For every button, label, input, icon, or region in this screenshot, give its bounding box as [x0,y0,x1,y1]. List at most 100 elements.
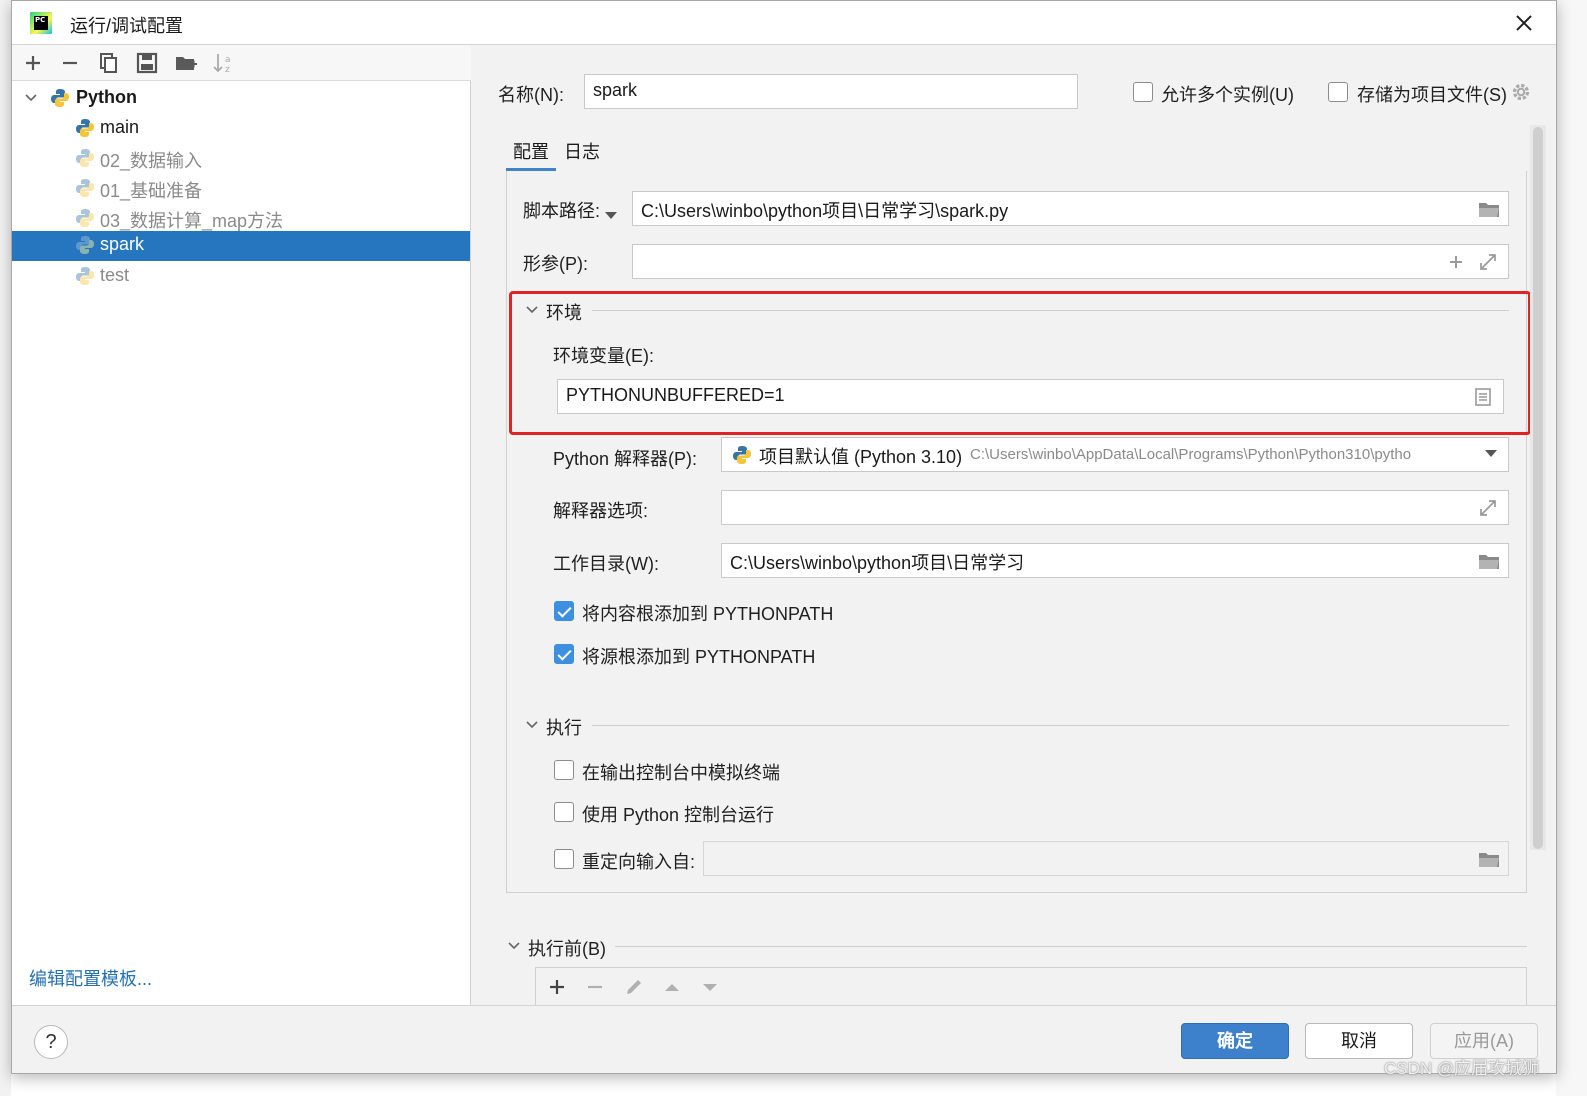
interpreter-name: 项目默认值 (Python 3.10) [759,447,963,467]
add-content-roots-checkbox[interactable] [554,601,574,621]
tree-item-label: spark [100,234,145,254]
add-source-roots-checkbox[interactable] [554,644,574,664]
remove-config-button[interactable] [58,51,82,75]
store-as-file-checkbox[interactable] [1328,82,1348,102]
interp-options-input[interactable] [721,490,1509,525]
redirect-input-label: 重定向输入自: [582,852,696,872]
folder-icon[interactable] [1478,199,1500,219]
run-with-console-checkbox[interactable] [554,802,574,822]
redirect-input-checkbox[interactable] [554,849,574,869]
tab-config[interactable]: 配置 [513,138,549,164]
workdir-input[interactable]: C:\Users\winbo\python项目\日常学习 [721,543,1509,578]
close-icon [1516,15,1532,31]
add-icon [26,56,40,70]
interp-options-label: 解释器选项: [553,501,649,521]
script-type-dropdown[interactable] [604,205,618,219]
ok-button[interactable]: 确定 [1181,1023,1289,1059]
dialog-button-bar: ? 确定 取消 应用(A) [12,1005,1556,1073]
background-window-right-edge [1556,0,1587,1096]
script-path-label: 脚本路径: [523,201,601,221]
redirect-input-field[interactable] [703,841,1509,876]
before-launch-add-button[interactable] [546,976,568,998]
pencil-icon [627,980,641,994]
tree-item-01[interactable]: 01_基础准备 [12,173,470,203]
workdir-value: C:\Users\winbo\python项目\日常学习 [730,553,1025,573]
interpreter-select[interactable]: 项目默认值 (Python 3.10) C:\Users\winbo\AppDa… [721,437,1509,472]
tree-item-label: 02_数据输入 [100,151,203,171]
gear-icon [1512,83,1530,101]
params-label: 形参(P): [523,254,588,274]
expand-icon[interactable] [1478,498,1498,518]
save-config-button[interactable] [135,51,159,75]
help-button[interactable]: ? [34,1025,68,1059]
add-icon[interactable] [1446,252,1466,272]
expand-icon[interactable] [1478,252,1498,272]
before-launch-move-down-button[interactable] [699,976,721,998]
tree-item-label: 01_基础准备 [100,181,203,201]
tree-item-spark[interactable]: spark [12,231,470,261]
config-detail-panel: 名称(N): spark 允许多个实例(U) 存储为项目文件(S) 配置 日志 … [472,45,1556,1007]
new-folder-icon [176,57,197,70]
run-with-console-label: 使用 Python 控制台运行 [582,805,775,825]
add-icon [550,980,564,994]
add-source-roots-label: 将源根添加到 PYTHONPATH [582,647,816,667]
script-path-input[interactable]: C:\Users\winbo\python项目\日常学习\spark.py [632,191,1509,226]
python-icon [76,179,94,197]
allow-parallel-label: 允许多个实例(U) [1161,85,1294,105]
workdir-label: 工作目录(W): [553,554,659,574]
exec-section-title[interactable]: 执行 [546,714,582,740]
emulate-terminal-label: 在输出控制台中模拟终端 [582,763,780,783]
interpreter-path: C:\Users\winbo\AppData\Local\Programs\Py… [970,446,1412,463]
python-icon [76,119,94,137]
tree-item-label: 03_数据计算_map方法 [100,211,284,231]
chevron-down-icon[interactable] [507,939,521,953]
allow-parallel-checkbox[interactable] [1133,82,1153,102]
tree-group-python[interactable]: Python [12,83,470,113]
tree-group-label: Python [76,87,137,107]
add-content-roots-label: 将内容根添加到 PYTHONPATH [582,604,834,624]
dropdown-triangle-icon [605,212,617,219]
copy-icon [100,53,117,73]
edit-config-templates-link[interactable]: 编辑配置模板... [29,965,152,991]
tree-item-03[interactable]: 03_数据计算_map方法 [12,203,470,233]
triangle-up-icon [665,984,679,991]
run-debug-config-dialog: PC 运行/调试配置 az Python main 02_数据输入 01_基础准… [11,0,1557,1074]
pycharm-logo-icon: PC [30,12,52,34]
config-list-panel: az Python main 02_数据输入 01_基础准备 03_数据计算_m… [12,45,471,1005]
before-launch-divider [615,946,1527,947]
copy-config-button[interactable] [97,51,121,75]
tree-item-main[interactable]: main [12,113,470,143]
interpreter-label: Python 解释器(P): [553,449,698,469]
python-icon [51,89,69,107]
new-folder-button[interactable] [174,51,198,75]
title-bar: PC 运行/调试配置 [12,1,1556,45]
script-path-value: C:\Users\winbo\python项目\日常学习\spark.py [641,201,1009,221]
chevron-down-icon[interactable] [525,718,539,732]
close-button[interactable] [1508,7,1540,39]
params-input[interactable] [632,244,1509,279]
add-config-button[interactable] [21,51,45,75]
sort-configs-button[interactable]: az [212,51,236,75]
store-as-file-label: 存储为项目文件(S) [1357,85,1507,105]
exec-section-divider [592,725,1509,726]
triangle-down-icon [703,984,717,991]
tree-item-label: test [100,265,130,285]
python-icon [733,446,751,464]
name-input[interactable]: spark [584,74,1078,109]
before-launch-remove-button[interactable] [584,976,606,998]
emulate-terminal-checkbox[interactable] [554,760,574,780]
config-list-toolbar: az [12,45,471,81]
folder-icon[interactable] [1478,849,1500,869]
before-launch-move-up-button[interactable] [661,976,683,998]
tab-logs[interactable]: 日志 [564,138,600,164]
tree-item-label: main [100,117,140,137]
scrollbar-thumb[interactable] [1533,127,1543,849]
tree-item-test[interactable]: test [12,261,470,291]
before-launch-edit-button[interactable] [623,976,645,998]
tree-item-02[interactable]: 02_数据输入 [12,143,470,173]
settings-button[interactable] [1510,81,1532,103]
remove-icon [588,985,602,989]
before-launch-title[interactable]: 执行前(B) [528,935,606,961]
name-label: 名称(N): [498,85,564,105]
folder-icon[interactable] [1478,551,1500,571]
